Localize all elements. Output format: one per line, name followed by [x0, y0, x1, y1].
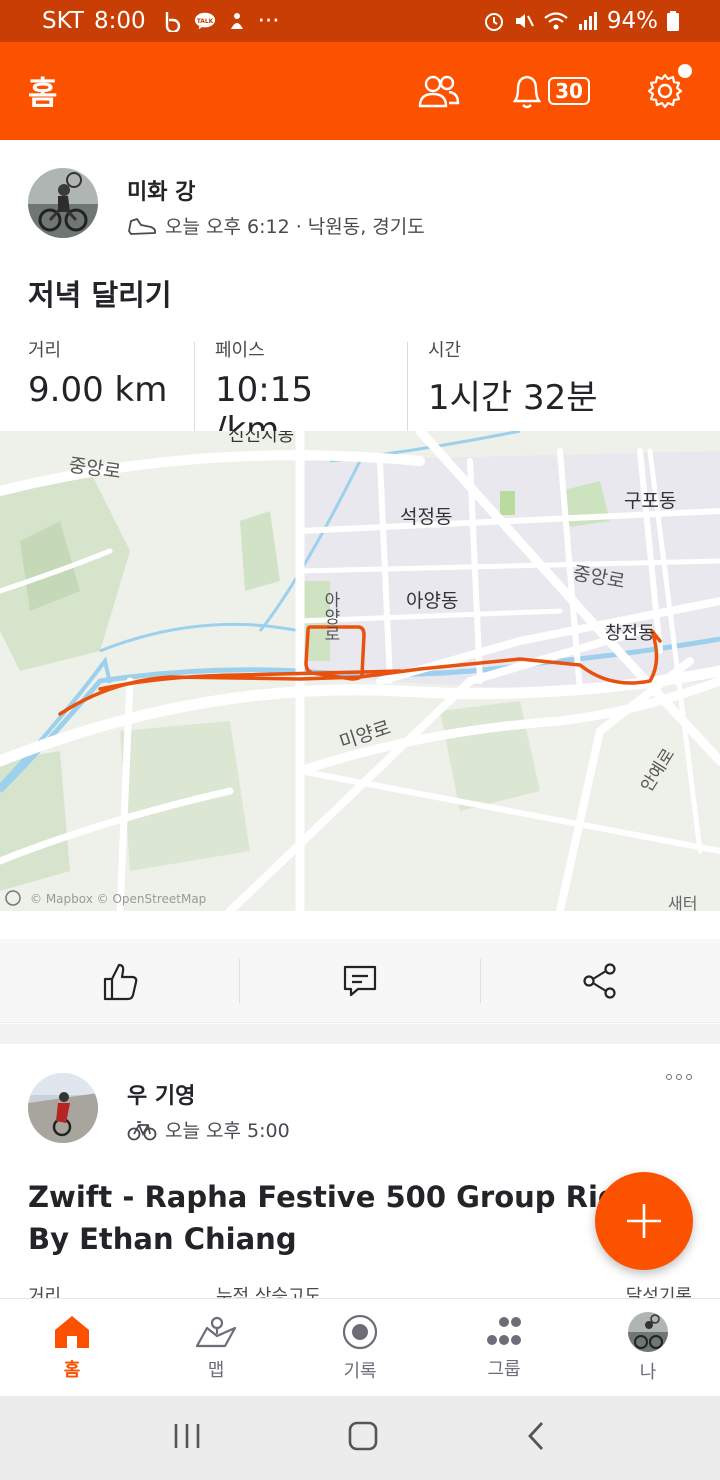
recent-apps-button[interactable] [172, 1422, 202, 1454]
more-notifications: ··· [257, 8, 280, 34]
nav-record[interactable]: 기록 [288, 1299, 432, 1396]
chevron-left-icon [527, 1422, 543, 1450]
avatar[interactable] [28, 1073, 98, 1143]
nav-home[interactable]: 홈 [0, 1299, 144, 1396]
map-label: 창전동 [605, 623, 655, 644]
clock: 8:00 [93, 8, 146, 34]
settings-update-dot [678, 64, 692, 78]
share-icon [583, 962, 616, 999]
b-app-icon [162, 10, 184, 32]
map-label: 신신지동 [228, 431, 294, 446]
svg-text:TALK: TALK [196, 18, 213, 25]
status-bar: SKT 8:00 TALK ··· 94% [0, 0, 720, 42]
status-right: 94% [483, 8, 680, 34]
map-label: 아양동 [406, 590, 458, 612]
map-label: 석정동 [400, 506, 452, 528]
kudos-button[interactable] [0, 939, 239, 1022]
people-icon [418, 75, 460, 108]
page-title: 홈 [28, 74, 58, 112]
groups-icon [487, 1316, 521, 1345]
athlete-name[interactable]: 우 기영 [127, 1078, 195, 1110]
nav-label: 나 [639, 1361, 657, 1383]
activity-title[interactable]: Zwift - Rapha Festive 500 Group Ride By … [28, 1176, 638, 1260]
map-label: 구포동 [624, 490, 676, 512]
home-system-button[interactable] [347, 1420, 379, 1456]
bike-icon [127, 1120, 157, 1140]
nav-groups[interactable]: 그룹 [432, 1299, 576, 1396]
app-bar: 홈 30 [0, 42, 720, 140]
stat-value: 1시간 32분 [428, 378, 598, 418]
notification-count-badge: 30 [548, 77, 590, 105]
status-app-icons: TALK ··· [162, 8, 280, 34]
profile-avatar [628, 1311, 668, 1352]
nav-label: 홈 [63, 1359, 81, 1381]
status-left: SKT 8:00 TALK ··· [42, 8, 280, 34]
notifications-button[interactable]: 30 [490, 42, 610, 140]
nav-label: 맵 [207, 1359, 225, 1381]
activity-title[interactable]: 저녁 달리기 [28, 272, 172, 314]
activity-title-line: By Ethan Chiang [28, 1222, 297, 1256]
map-label: 아양로 [320, 591, 340, 642]
alarm-icon [484, 13, 503, 31]
wifi-icon [544, 12, 568, 30]
back-button[interactable] [524, 1420, 548, 1456]
add-activity-button[interactable] [595, 1172, 693, 1270]
activity-meta-text: 오늘 오후 6:12 · 낙원동, 경기도 [165, 216, 425, 238]
avatar[interactable] [28, 168, 98, 238]
activity-meta-text: 오늘 오후 5:00 [165, 1120, 290, 1142]
map-label: 새터 [668, 894, 697, 911]
carrier: SKT [42, 8, 84, 34]
app-bar-actions: 30 [394, 42, 720, 140]
activity-map[interactable]: 신신지동 중앙로 석정동 구포동 중앙로 아양동 아양로 창전동 미양로 안예로… [0, 431, 720, 911]
activity-title-line: Zwift - Rapha Festive 500 Group Ride [28, 1180, 639, 1214]
nav-maps[interactable]: 맵 [144, 1299, 288, 1396]
notification-app-icon [226, 10, 248, 32]
mute-icon [515, 14, 534, 28]
more-options-button[interactable] [666, 1074, 692, 1080]
activity-actions [0, 939, 720, 1023]
share-button[interactable] [481, 939, 720, 1022]
bell-icon [512, 75, 542, 109]
battery-percent: 94% [606, 8, 658, 34]
battery-icon [667, 11, 679, 31]
shoe-icon [128, 217, 157, 235]
home-icon [55, 1315, 89, 1348]
activity-card[interactable]: 우 기영 오늘 오후 5:00 Zwift - Rapha Festive 50… [0, 1044, 720, 1302]
kakaotalk-icon: TALK [194, 10, 216, 32]
signal-icon [578, 12, 597, 30]
athlete-name[interactable]: 미화 강 [127, 174, 195, 206]
bottom-nav: 홈 맵 기록 그룹 나 [0, 1298, 720, 1396]
activity-meta: 오늘 오후 6:12 · 낙원동, 경기도 [127, 212, 425, 239]
home-square-icon [348, 1421, 378, 1451]
nav-profile[interactable]: 나 [576, 1299, 720, 1396]
activity-card[interactable]: 미화 강 오늘 오후 6:12 · 낙원동, 경기도 저녁 달리기 거리 9.0… [0, 140, 720, 1024]
settings-button[interactable] [610, 42, 720, 140]
nav-label: 기록 [343, 1360, 377, 1382]
plus-icon [627, 1204, 661, 1238]
activity-meta: 오늘 오후 5:00 [127, 1116, 290, 1143]
recent-apps-icon [175, 1424, 200, 1448]
stat-label: 페이스 [215, 340, 265, 361]
comment-icon [343, 965, 377, 996]
map-attribution[interactable]: © Mapbox © OpenStreetMap [30, 892, 206, 906]
record-icon [342, 1314, 378, 1349]
gear-icon [647, 73, 683, 109]
thumbs-up-icon [103, 963, 137, 1000]
nav-label: 그룹 [487, 1358, 521, 1380]
system-nav-bar [0, 1396, 720, 1480]
comment-button[interactable] [240, 939, 479, 1022]
find-friends-button[interactable] [394, 42, 484, 140]
stat-label: 거리 [28, 340, 62, 361]
map-icon [195, 1316, 237, 1347]
stat-value: 9.00 km [28, 370, 168, 410]
stat-label: 시간 [428, 340, 462, 361]
